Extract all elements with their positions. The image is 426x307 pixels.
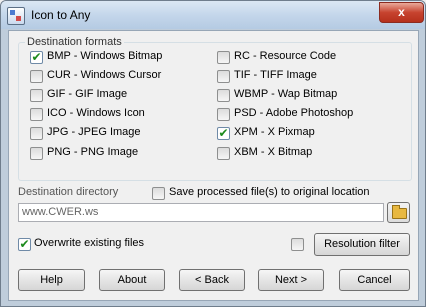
label-wbmp: WBMP - Wap Bitmap — [234, 88, 338, 100]
resolution-filter-checkbox[interactable] — [291, 238, 304, 251]
checkbox-xpm[interactable]: ✔ — [217, 127, 230, 140]
save-original-checkbox[interactable] — [152, 187, 165, 200]
label-tif: TIF - TIFF Image — [234, 69, 317, 81]
save-original-label: Save processed file(s) to original locat… — [169, 186, 370, 198]
checkbox-xbm[interactable] — [217, 147, 230, 160]
label-xpm: XPM - X Pixmap — [234, 126, 315, 138]
checkbox-gif[interactable] — [30, 89, 43, 102]
next-button[interactable]: Next > — [258, 269, 324, 291]
checkbox-png[interactable] — [30, 147, 43, 160]
label-xbm: XBM - X Bitmap — [234, 146, 313, 158]
back-button[interactable]: < Back — [179, 269, 245, 291]
checkbox-psd[interactable] — [217, 108, 230, 121]
title-bar[interactable]: Icon to Any x — [1, 1, 425, 29]
group-label: Destination formats — [25, 36, 124, 48]
label-rc: RC - Resource Code — [234, 50, 337, 62]
destination-directory-label: Destination directory — [18, 186, 119, 198]
checkbox-cur[interactable] — [30, 70, 43, 83]
overwrite-label: Overwrite existing files — [34, 237, 145, 249]
app-window: Icon to Any x Destination formats ✔ BMP … — [0, 0, 426, 307]
label-psd: PSD - Adobe Photoshop — [234, 107, 354, 119]
window-title: Icon to Any — [31, 8, 91, 22]
close-button[interactable]: x — [379, 2, 424, 23]
checkbox-ico[interactable] — [30, 108, 43, 121]
dialog-body: Destination formats ✔ BMP - Windows Bitm… — [8, 30, 419, 301]
checkbox-wbmp[interactable] — [217, 89, 230, 102]
destination-formats-group: Destination formats ✔ BMP - Windows Bitm… — [18, 36, 412, 181]
label-jpg: JPG - JPEG Image — [47, 126, 141, 138]
label-cur: CUR - Windows Cursor — [47, 69, 162, 81]
overwrite-checkbox[interactable]: ✔ — [18, 238, 31, 251]
label-bmp: BMP - Windows Bitmap — [47, 50, 163, 62]
resolution-filter-button[interactable]: Resolution filter — [314, 233, 410, 256]
checkbox-bmp[interactable]: ✔ — [30, 51, 43, 64]
label-gif: GIF - GIF Image — [47, 88, 128, 100]
checkbox-rc[interactable] — [217, 51, 230, 64]
cancel-button[interactable]: Cancel — [339, 269, 410, 291]
checkbox-tif[interactable] — [217, 70, 230, 83]
label-ico: ICO - Windows Icon — [47, 107, 145, 119]
folder-icon — [392, 205, 407, 219]
label-png: PNG - PNG Image — [47, 146, 139, 158]
help-button[interactable]: Help — [18, 269, 85, 291]
browse-folder-button[interactable] — [387, 202, 410, 223]
checkbox-jpg[interactable] — [30, 127, 43, 140]
about-button[interactable]: About — [99, 269, 165, 291]
app-icon — [7, 7, 25, 25]
destination-directory-input[interactable]: www.CWER.ws — [18, 203, 384, 222]
